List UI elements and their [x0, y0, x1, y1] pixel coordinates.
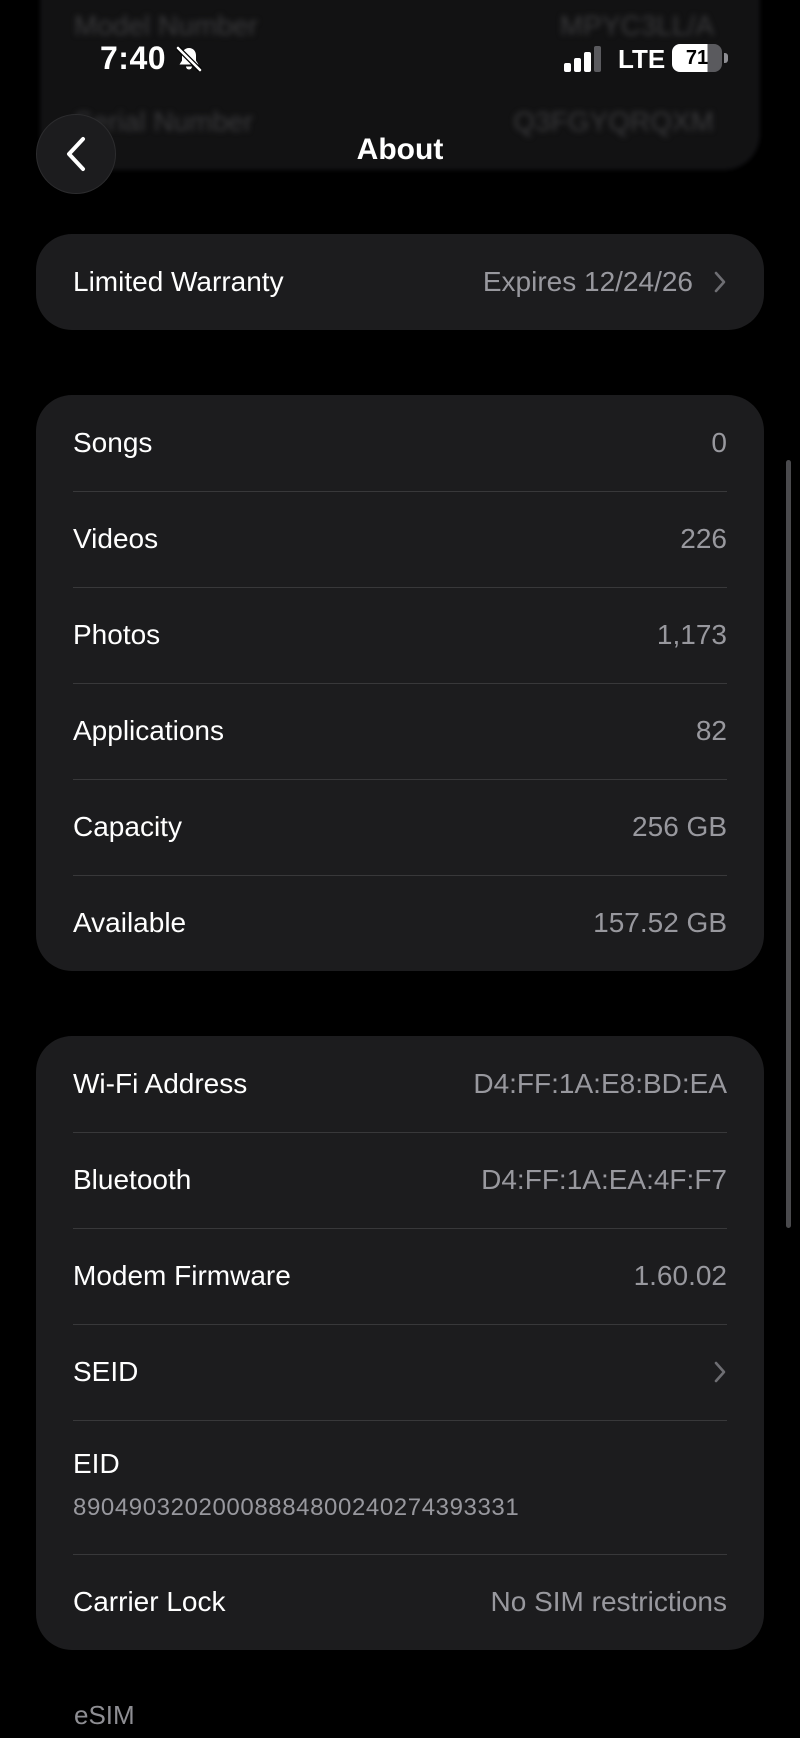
- info-row-songs: Songs 0: [73, 395, 727, 491]
- row-label: EID: [73, 1448, 120, 1479]
- info-row-eid[interactable]: EID 89049032020008884800240274393331: [73, 1420, 727, 1554]
- info-row-carrier-lock: Carrier Lock No SIM restrictions: [73, 1554, 727, 1650]
- info-row-bluetooth[interactable]: Bluetooth D4:FF:1A:EA:4F:F7: [73, 1132, 727, 1228]
- bell-slash-icon: [176, 46, 202, 72]
- row-value: 157.52 GB: [593, 907, 727, 938]
- battery-level: 71: [672, 44, 722, 72]
- row-label: Photos: [73, 619, 161, 650]
- row-label: Modem Firmware: [73, 1260, 291, 1291]
- info-row-photos: Photos 1,173: [73, 587, 727, 683]
- cellular-signal-icon: [564, 46, 601, 72]
- info-row-applications: Applications 82: [73, 683, 727, 779]
- chevron-right-icon: [714, 271, 726, 293]
- row-label: Wi-Fi Address: [73, 1068, 248, 1099]
- row-label: Available: [73, 907, 187, 938]
- page-title: About: [356, 133, 444, 166]
- row-value: No SIM restrictions: [490, 1586, 728, 1617]
- row-label: Songs: [73, 427, 153, 458]
- row-value: 82: [695, 715, 727, 746]
- row-value[interactable]: D4:FF:1A:E8:BD:EA: [473, 1068, 727, 1100]
- warranty-row[interactable]: Limited Warranty Expires 12/24/26: [73, 234, 727, 330]
- battery-icon: 71: [672, 44, 728, 72]
- warranty-value-wrap: Expires 12/24/26: [483, 266, 727, 298]
- info-row-capacity: Capacity 256 GB: [73, 779, 727, 875]
- media-card: Songs 0 Videos 226 Photos 1,173 Applicat…: [36, 395, 764, 971]
- status-time: 7:40: [100, 40, 167, 76]
- warranty-value: Expires 12/24/26: [482, 266, 693, 297]
- network-type: LTE: [618, 44, 666, 74]
- row-value[interactable]: 1.60.02: [634, 1260, 727, 1292]
- chevron-right-icon: [714, 1361, 726, 1383]
- row-label: Carrier Lock: [73, 1586, 226, 1617]
- warranty-card: Limited Warranty Expires 12/24/26: [36, 234, 764, 330]
- row-value[interactable]: 89049032020008884800240274393331: [73, 1494, 727, 1522]
- row-label: Bluetooth: [73, 1164, 192, 1195]
- section-header-esim: eSIM: [74, 1700, 135, 1730]
- info-row-modem-firmware[interactable]: Modem Firmware 1.60.02: [73, 1228, 727, 1324]
- status-bar: 7:40 LTE 71: [0, 0, 800, 110]
- row-value-wrap: [693, 1360, 727, 1384]
- scrollbar[interactable]: [786, 460, 791, 1228]
- info-row-available: Available 157.52 GB: [73, 875, 727, 971]
- row-value: 0: [711, 427, 727, 458]
- row-value[interactable]: D4:FF:1A:EA:4F:F7: [481, 1164, 727, 1196]
- info-row-seid[interactable]: SEID: [73, 1324, 727, 1420]
- warranty-label: Limited Warranty: [73, 266, 284, 297]
- row-value: 256 GB: [632, 811, 727, 842]
- row-value: 1,173: [656, 619, 727, 650]
- row-value: 226: [680, 523, 727, 554]
- info-row-videos: Videos 226: [73, 491, 727, 587]
- row-label: Applications: [73, 715, 224, 746]
- info-row-wifi-address[interactable]: Wi-Fi Address D4:FF:1A:E8:BD:EA: [73, 1036, 727, 1132]
- row-label: Capacity: [73, 811, 182, 842]
- network-card: Wi-Fi Address D4:FF:1A:E8:BD:EA Bluetoot…: [36, 1036, 764, 1650]
- row-label: Videos: [73, 523, 159, 554]
- row-label: SEID: [73, 1356, 139, 1387]
